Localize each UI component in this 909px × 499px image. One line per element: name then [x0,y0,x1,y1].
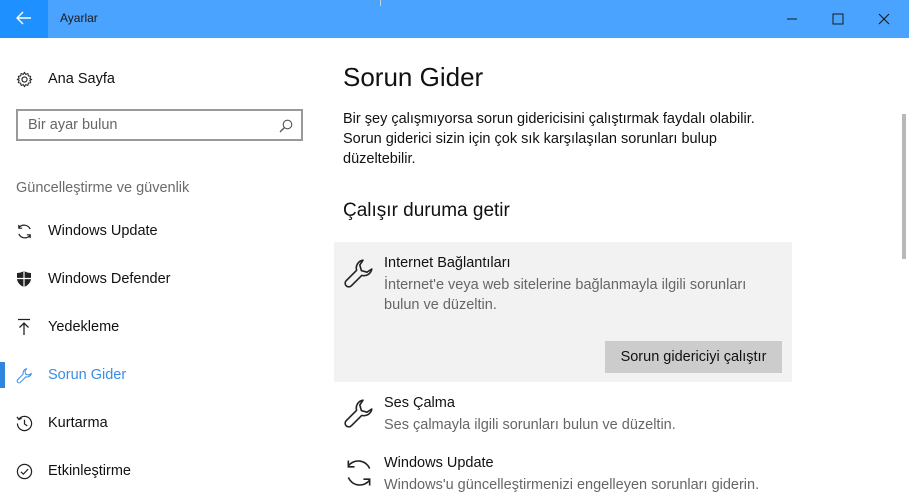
troubleshooter-description: Windows'u güncelleştirmenizi engelleyen … [384,477,760,493]
sidebar-item-windows-defender[interactable]: Windows Defender [16,266,306,292]
troubleshooter-description: İnternet'e veya web sitelerine bağlanmay… [384,277,747,313]
sidebar-item-label: Yedekleme [48,319,120,335]
troubleshooter-name: Ses Çalma [384,395,455,411]
sidebar-home-label: Ana Sayfa [48,71,115,87]
sidebar-item-activation[interactable]: Etkinleştirme [16,458,306,484]
search-icon[interactable] [279,118,293,137]
close-icon [878,10,890,29]
back-arrow-icon [16,10,32,29]
search-box[interactable] [16,109,303,141]
back-button[interactable] [0,0,48,38]
sidebar-item-windows-update[interactable]: Windows Update [16,218,306,244]
wrench-icon [16,367,48,384]
close-button[interactable] [861,0,907,38]
troubleshooter-audio[interactable]: Ses Çalma Ses çalmayla ilgili sorunları … [343,395,783,440]
sidebar-item-backup[interactable]: Yedekleme [16,314,306,340]
sidebar-item-troubleshoot[interactable]: Sorun Gider [16,362,306,388]
title-bar: Ayarlar [0,0,909,44]
sidebar-item-label: Windows Update [48,223,158,239]
run-troubleshooter-button[interactable]: Sorun gidericiyi çalıştır [605,341,782,373]
troubleshooter-internet[interactable]: Internet Bağlantıları İnternet'e veya we… [343,255,783,315]
history-icon [16,415,48,432]
maximize-icon [832,10,844,29]
sidebar-item-recovery[interactable]: Kurtarma [16,410,306,436]
troubleshooter-name: Internet Bağlantıları [384,255,511,271]
refresh-icon [343,457,375,493]
minimize-icon [786,10,798,29]
title-divider [380,0,381,6]
minimize-button[interactable] [769,0,815,38]
wrench-icon [343,257,375,293]
sidebar-home[interactable]: Ana Sayfa [16,66,276,92]
sidebar-item-label: Windows Defender [48,271,171,287]
sidebar-section-label: Güncelleştirme ve güvenlik [16,180,190,196]
backup-arrow-icon [16,318,48,336]
wrench-icon [343,397,375,433]
scrollbar-thumb[interactable] [902,114,906,259]
sidebar-item-label: Sorun Gider [48,367,127,383]
active-indicator [0,362,5,388]
refresh-icon [16,223,48,240]
section-title: Çalışır duruma getir [343,200,510,221]
sidebar-item-label: Kurtarma [48,415,108,431]
sidebar-item-label: Etkinleştirme [48,463,131,479]
troubleshooter-name: Windows Update [384,455,494,471]
page-title: Sorun Gider [343,62,484,92]
troubleshooter-description: Ses çalmayla ilgili sorunları bulun ve d… [384,417,676,433]
shield-icon [16,270,48,288]
page-description: Bir şey çalışmıyorsa sorun gidericisini … [343,111,755,167]
search-input[interactable] [18,111,278,139]
troubleshooter-windows-update[interactable]: Windows Update Windows'u güncelleştirmen… [343,455,783,499]
check-circle-icon [16,463,48,480]
window-title: Ayarlar [60,11,98,25]
maximize-button[interactable] [815,0,861,38]
gear-icon [16,71,48,88]
